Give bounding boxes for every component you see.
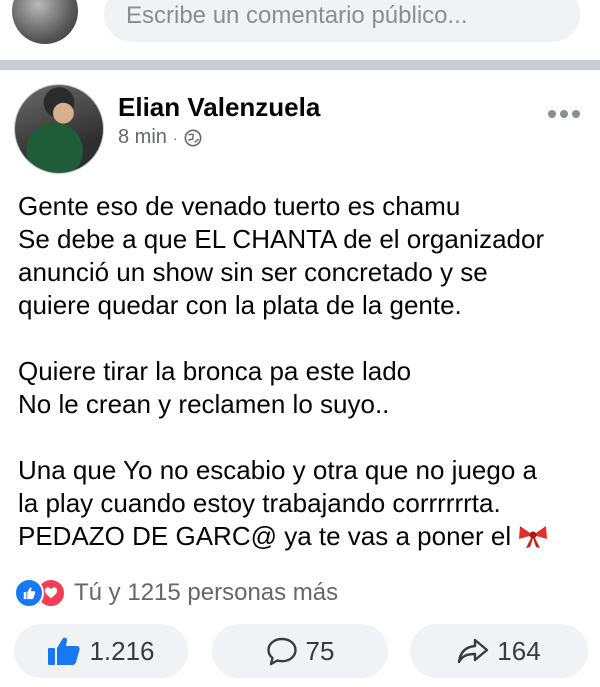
like-icon bbox=[14, 578, 44, 608]
reactions-text[interactable]: Tú y 1215 personas más bbox=[74, 579, 338, 607]
user-avatar[interactable] bbox=[12, 0, 78, 44]
comment-bar: Escribe un comentario público... bbox=[0, 0, 600, 56]
share-count: 164 bbox=[497, 635, 541, 666]
more-dot bbox=[548, 110, 556, 118]
post-time[interactable]: 8 min bbox=[118, 126, 167, 149]
post-paragraph: Quiere tirar la bronca pa este lado No l… bbox=[18, 355, 588, 421]
post-text: Gente eso de venado tuerto es chamu Se d… bbox=[18, 190, 588, 553]
more-horizontal-icon[interactable] bbox=[548, 110, 584, 122]
post-paragraph: Una que Yo no escabio y otra que no jueg… bbox=[18, 454, 588, 553]
post-header: Elian Valenzuela 8 min · bbox=[0, 70, 600, 180]
author-avatar[interactable] bbox=[14, 84, 104, 174]
post-line: Quiere tirar la bronca pa este lado bbox=[18, 356, 412, 386]
post-line: la play cuando estoy trabajando corrrrrr… bbox=[18, 488, 501, 518]
post-line: anunció un show sin ser concretado y se bbox=[18, 257, 488, 287]
comment-input[interactable]: Escribe un comentario público... bbox=[104, 0, 580, 42]
post-line: quiere quedar con la plata de la gente. bbox=[18, 290, 462, 320]
comment-icon bbox=[266, 637, 297, 666]
like-count: 1.216 bbox=[89, 635, 155, 666]
more-dot bbox=[560, 110, 568, 118]
post-line: PEDAZO DE GARC@ ya te vas a poner el bbox=[18, 521, 512, 551]
author-name[interactable]: Elian Valenzuela bbox=[118, 92, 320, 123]
post-meta: 8 min · bbox=[118, 126, 202, 149]
comment-count: 75 bbox=[305, 635, 335, 666]
meta-separator: · bbox=[172, 129, 178, 146]
ribbon-bow-icon bbox=[519, 526, 548, 548]
share-button[interactable]: 164 bbox=[410, 624, 588, 678]
thumbs-up-icon bbox=[48, 637, 81, 665]
post-line: Gente eso de venado tuerto es chamu bbox=[18, 191, 461, 221]
post-line-with-emoji: PEDAZO DE GARC@ ya te vas a poner el bbox=[18, 520, 588, 553]
action-bar: 1.216 75 164 bbox=[0, 620, 600, 682]
share-arrow-icon bbox=[458, 638, 489, 664]
globe-icon[interactable] bbox=[184, 129, 202, 147]
post-paragraph: Gente eso de venado tuerto es chamu Se d… bbox=[18, 190, 588, 322]
section-separator bbox=[0, 60, 600, 70]
like-button[interactable]: 1.216 bbox=[14, 624, 188, 678]
post-line: Se debe a que EL CHANTA de el organizado… bbox=[18, 224, 545, 254]
more-dot bbox=[572, 110, 580, 118]
comment-button[interactable]: 75 bbox=[212, 624, 388, 678]
reactions-summary[interactable]: Tú y 1215 personas más bbox=[14, 576, 338, 610]
post-line: No le crean y reclamen lo suyo.. bbox=[18, 389, 390, 419]
post-line: Una que Yo no escabio y otra que no jueg… bbox=[18, 455, 537, 485]
